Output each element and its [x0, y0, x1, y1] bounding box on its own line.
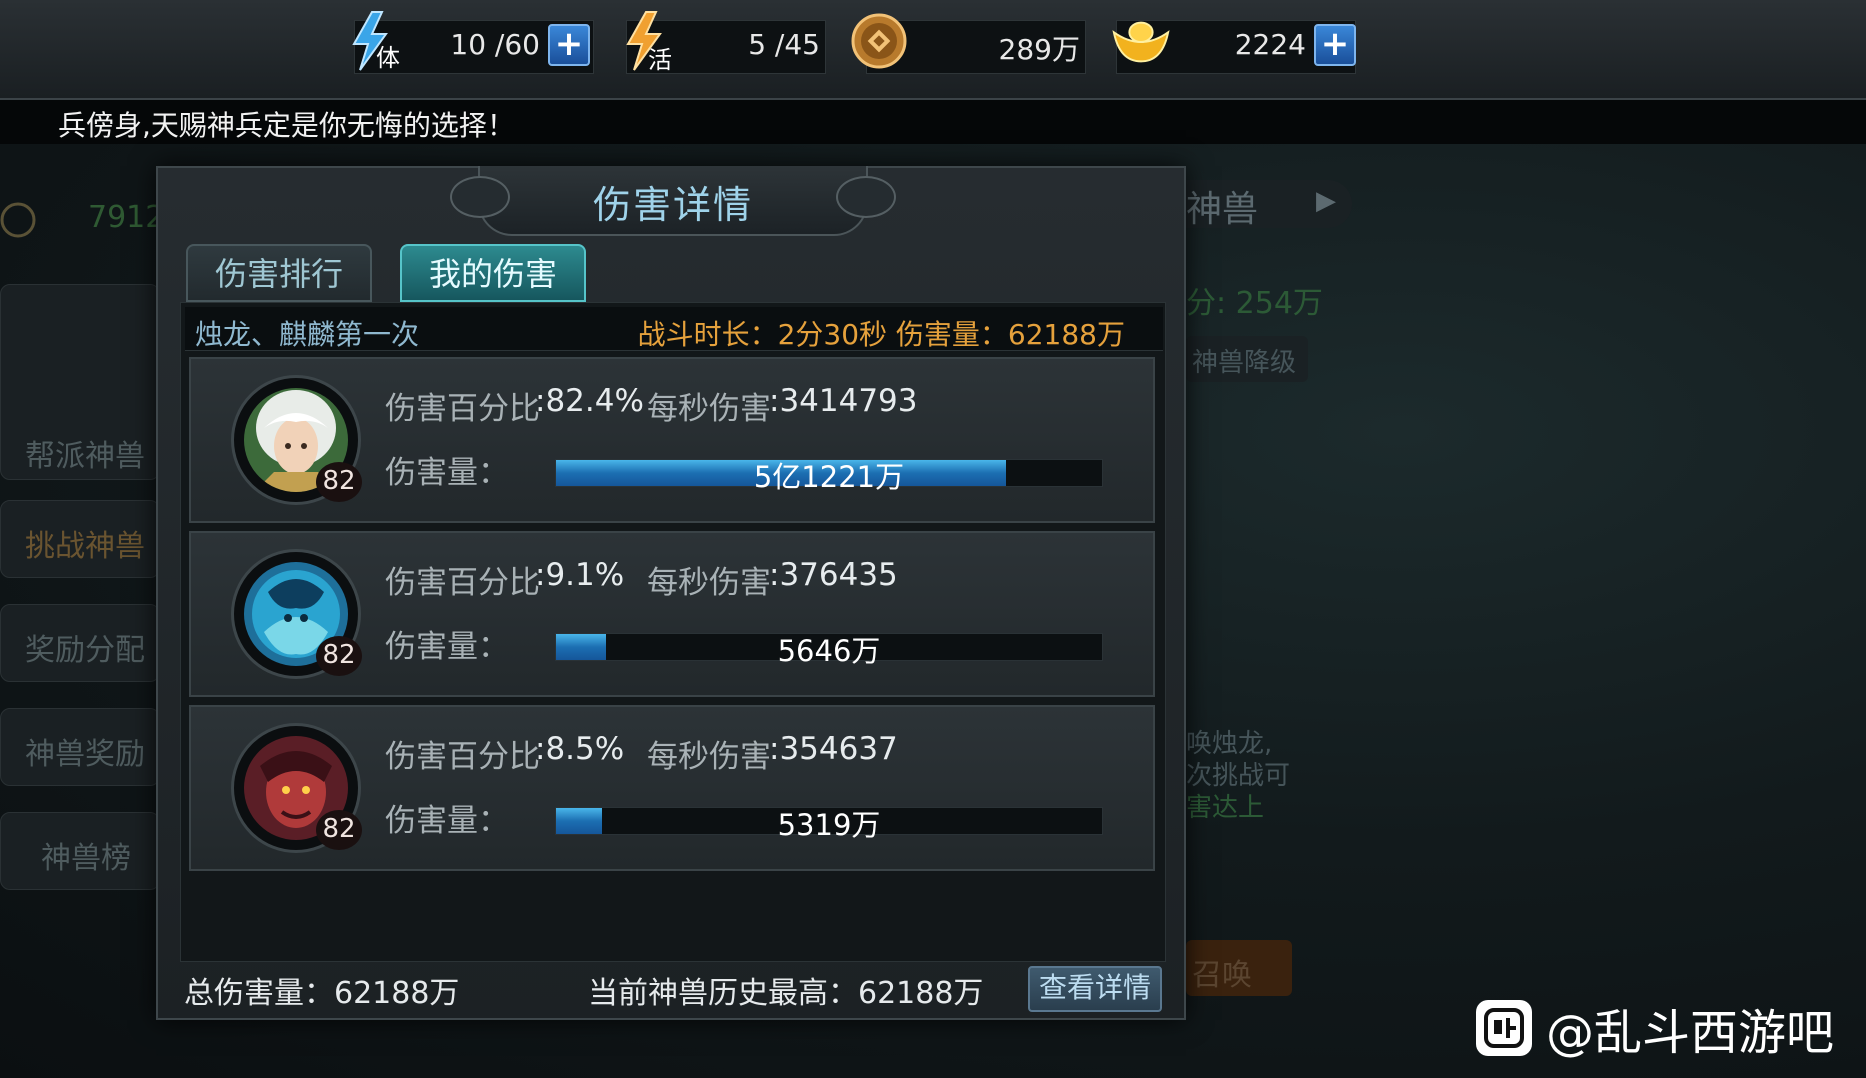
hero-level-badge: 82 [316, 810, 362, 850]
right-desc-line: 次挑战可 [1186, 761, 1291, 791]
hero-level-badge: 82 [316, 462, 362, 502]
right-downgrade-button[interactable]: 神兽降级 [1186, 336, 1308, 382]
stamina-value: 10 /60 [450, 28, 540, 61]
damage-percent-value: :9.1% [535, 557, 625, 593]
left-menu-label: 挑战神兽 [25, 529, 145, 564]
vitality-icon-text: 活 [648, 46, 672, 72]
damage-amount-label: 伤害量： [385, 455, 509, 491]
damage-percent-label: 伤害百分比 [385, 565, 540, 601]
hero-avatar-frame: 82 [231, 375, 362, 505]
hero-level-badge: 82 [316, 636, 362, 676]
left-menu-label: 奖励分配 [25, 633, 145, 668]
damage-bar: 5亿1221万 [555, 459, 1103, 494]
damage-percent-value: :8.5% [535, 731, 625, 767]
damage-amount-label: 伤害量： [385, 803, 509, 839]
damage-bar-value: 5亿1221万 [753, 460, 905, 494]
right-description: 唤烛龙, 次挑战可 害达上 [1186, 728, 1290, 824]
right-arrow-icon[interactable]: ▶ [1316, 186, 1336, 216]
announcement-marquee: 兵傍身,天赐神兵定是你无悔的选择！ [0, 100, 1866, 144]
damage-bar: 5319万 [555, 807, 1103, 842]
right-summon-label: 召唤 [1192, 958, 1252, 993]
total-damage: 总伤害量：62188万 [184, 976, 460, 1011]
right-score: 分: 254万 [1186, 286, 1323, 321]
damage-details-dialog: 伤害详情 伤害排行 我的伤害 烛龙、麒麟第一次 战斗时长：2分30秒 伤害量：6… [156, 166, 1186, 1020]
right-title: 神兽 [1186, 189, 1259, 230]
damage-percent-value: :82.4% [535, 383, 644, 419]
damage-percent-label: 伤害百分比 [385, 739, 540, 775]
damage-bar-value: 5319万 [777, 808, 881, 842]
tieba-logo-icon [1476, 1000, 1532, 1056]
dps-label: 每秒伤害 [647, 739, 771, 775]
vitality-icon: 活 [614, 8, 676, 74]
left-menu-reward-distribution[interactable]: 奖励分配 [0, 604, 160, 682]
damage-row: 82 伤害百分比 :8.5% 每秒伤害 :354637 伤害量： 5319万 [189, 705, 1155, 871]
coins-value: 289万 [998, 33, 1080, 66]
dps-value: :3414793 [769, 383, 918, 419]
view-details-button[interactable]: 查看详情 [1028, 966, 1162, 1012]
resource-bar: 体 10 /60 + 活 5 /45 289万 2224 + [0, 0, 1866, 100]
watermark: @乱斗西游吧 [1476, 996, 1835, 1061]
gold-value: 2224 [1234, 28, 1306, 61]
left-menu-label: 帮派神兽 [25, 439, 145, 474]
right-title-plate: 神兽 ▶ [1186, 180, 1352, 230]
left-emblem-icon [0, 200, 36, 240]
dialog-title: 伤害详情 [592, 183, 753, 227]
dps-label: 每秒伤害 [647, 391, 771, 427]
damage-bar-value: 5646万 [777, 634, 881, 668]
dps-value: :354637 [769, 731, 898, 767]
left-menu-label: 神兽榜 [41, 841, 131, 876]
damage-amount-label: 伤害量： [385, 629, 509, 665]
battle-name: 烛龙、麒麟第一次 [195, 318, 420, 351]
dps-value: :376435 [769, 557, 898, 593]
damage-row: 82 伤害百分比 :82.4% 每秒伤害 :3414793 伤害量： 5亿122… [189, 357, 1155, 523]
hero-avatar-frame: 82 [231, 723, 362, 853]
stamina-icon: 体 [340, 8, 402, 74]
add-stamina-button[interactable]: + [548, 24, 590, 66]
left-menu-beast-ranking[interactable]: 神兽榜 [0, 812, 160, 890]
tab-my-damage[interactable]: 我的伤害 [400, 244, 586, 302]
left-menu-guild-beast[interactable]: 帮派神兽 [0, 284, 160, 480]
watermark-text: @乱斗西游吧 [1546, 1005, 1835, 1061]
left-menu-beast-reward[interactable]: 神兽奖励 [0, 708, 160, 786]
right-summon-button[interactable]: 召唤 [1186, 940, 1292, 996]
hero-avatar-frame: 82 [231, 549, 362, 679]
left-menu-label: 神兽奖励 [25, 737, 145, 772]
marquee-text: 兵傍身,天赐神兵定是你无悔的选择！ [58, 109, 515, 142]
add-gold-button[interactable]: + [1314, 24, 1356, 66]
vitality-value: 5 /45 [748, 28, 820, 61]
battle-duration-damage: 战斗时长：2分30秒 伤害量：62188万 [637, 318, 1125, 351]
gold-ingot-icon [1110, 8, 1172, 74]
stamina-icon-text: 体 [376, 44, 400, 72]
left-counter: 7912 [88, 200, 165, 235]
right-desc-line: 害达上 [1186, 793, 1265, 823]
battle-info-bar: 烛龙、麒麟第一次 战斗时长：2分30秒 伤害量：62188万 [185, 307, 1163, 351]
damage-percent-label: 伤害百分比 [385, 391, 540, 427]
history-high: 当前神兽历史最高：62188万 [588, 976, 984, 1011]
left-menu-challenge[interactable]: 挑战神兽 [0, 500, 160, 578]
dialog-title-plate: 伤害详情 [450, 166, 896, 236]
damage-bar: 5646万 [555, 633, 1103, 668]
damage-row: 82 伤害百分比 :9.1% 每秒伤害 :376435 伤害量： 5646万 [189, 531, 1155, 697]
damage-content-panel: 烛龙、麒麟第一次 战斗时长：2分30秒 伤害量：62188万 82 伤害百分比 … [180, 302, 1166, 962]
tab-damage-ranking[interactable]: 伤害排行 [186, 244, 372, 302]
right-downgrade-label: 神兽降级 [1192, 348, 1297, 378]
dps-label: 每秒伤害 [647, 565, 771, 601]
right-desc-line: 唤烛龙, [1186, 729, 1273, 759]
coin-icon [848, 8, 910, 74]
